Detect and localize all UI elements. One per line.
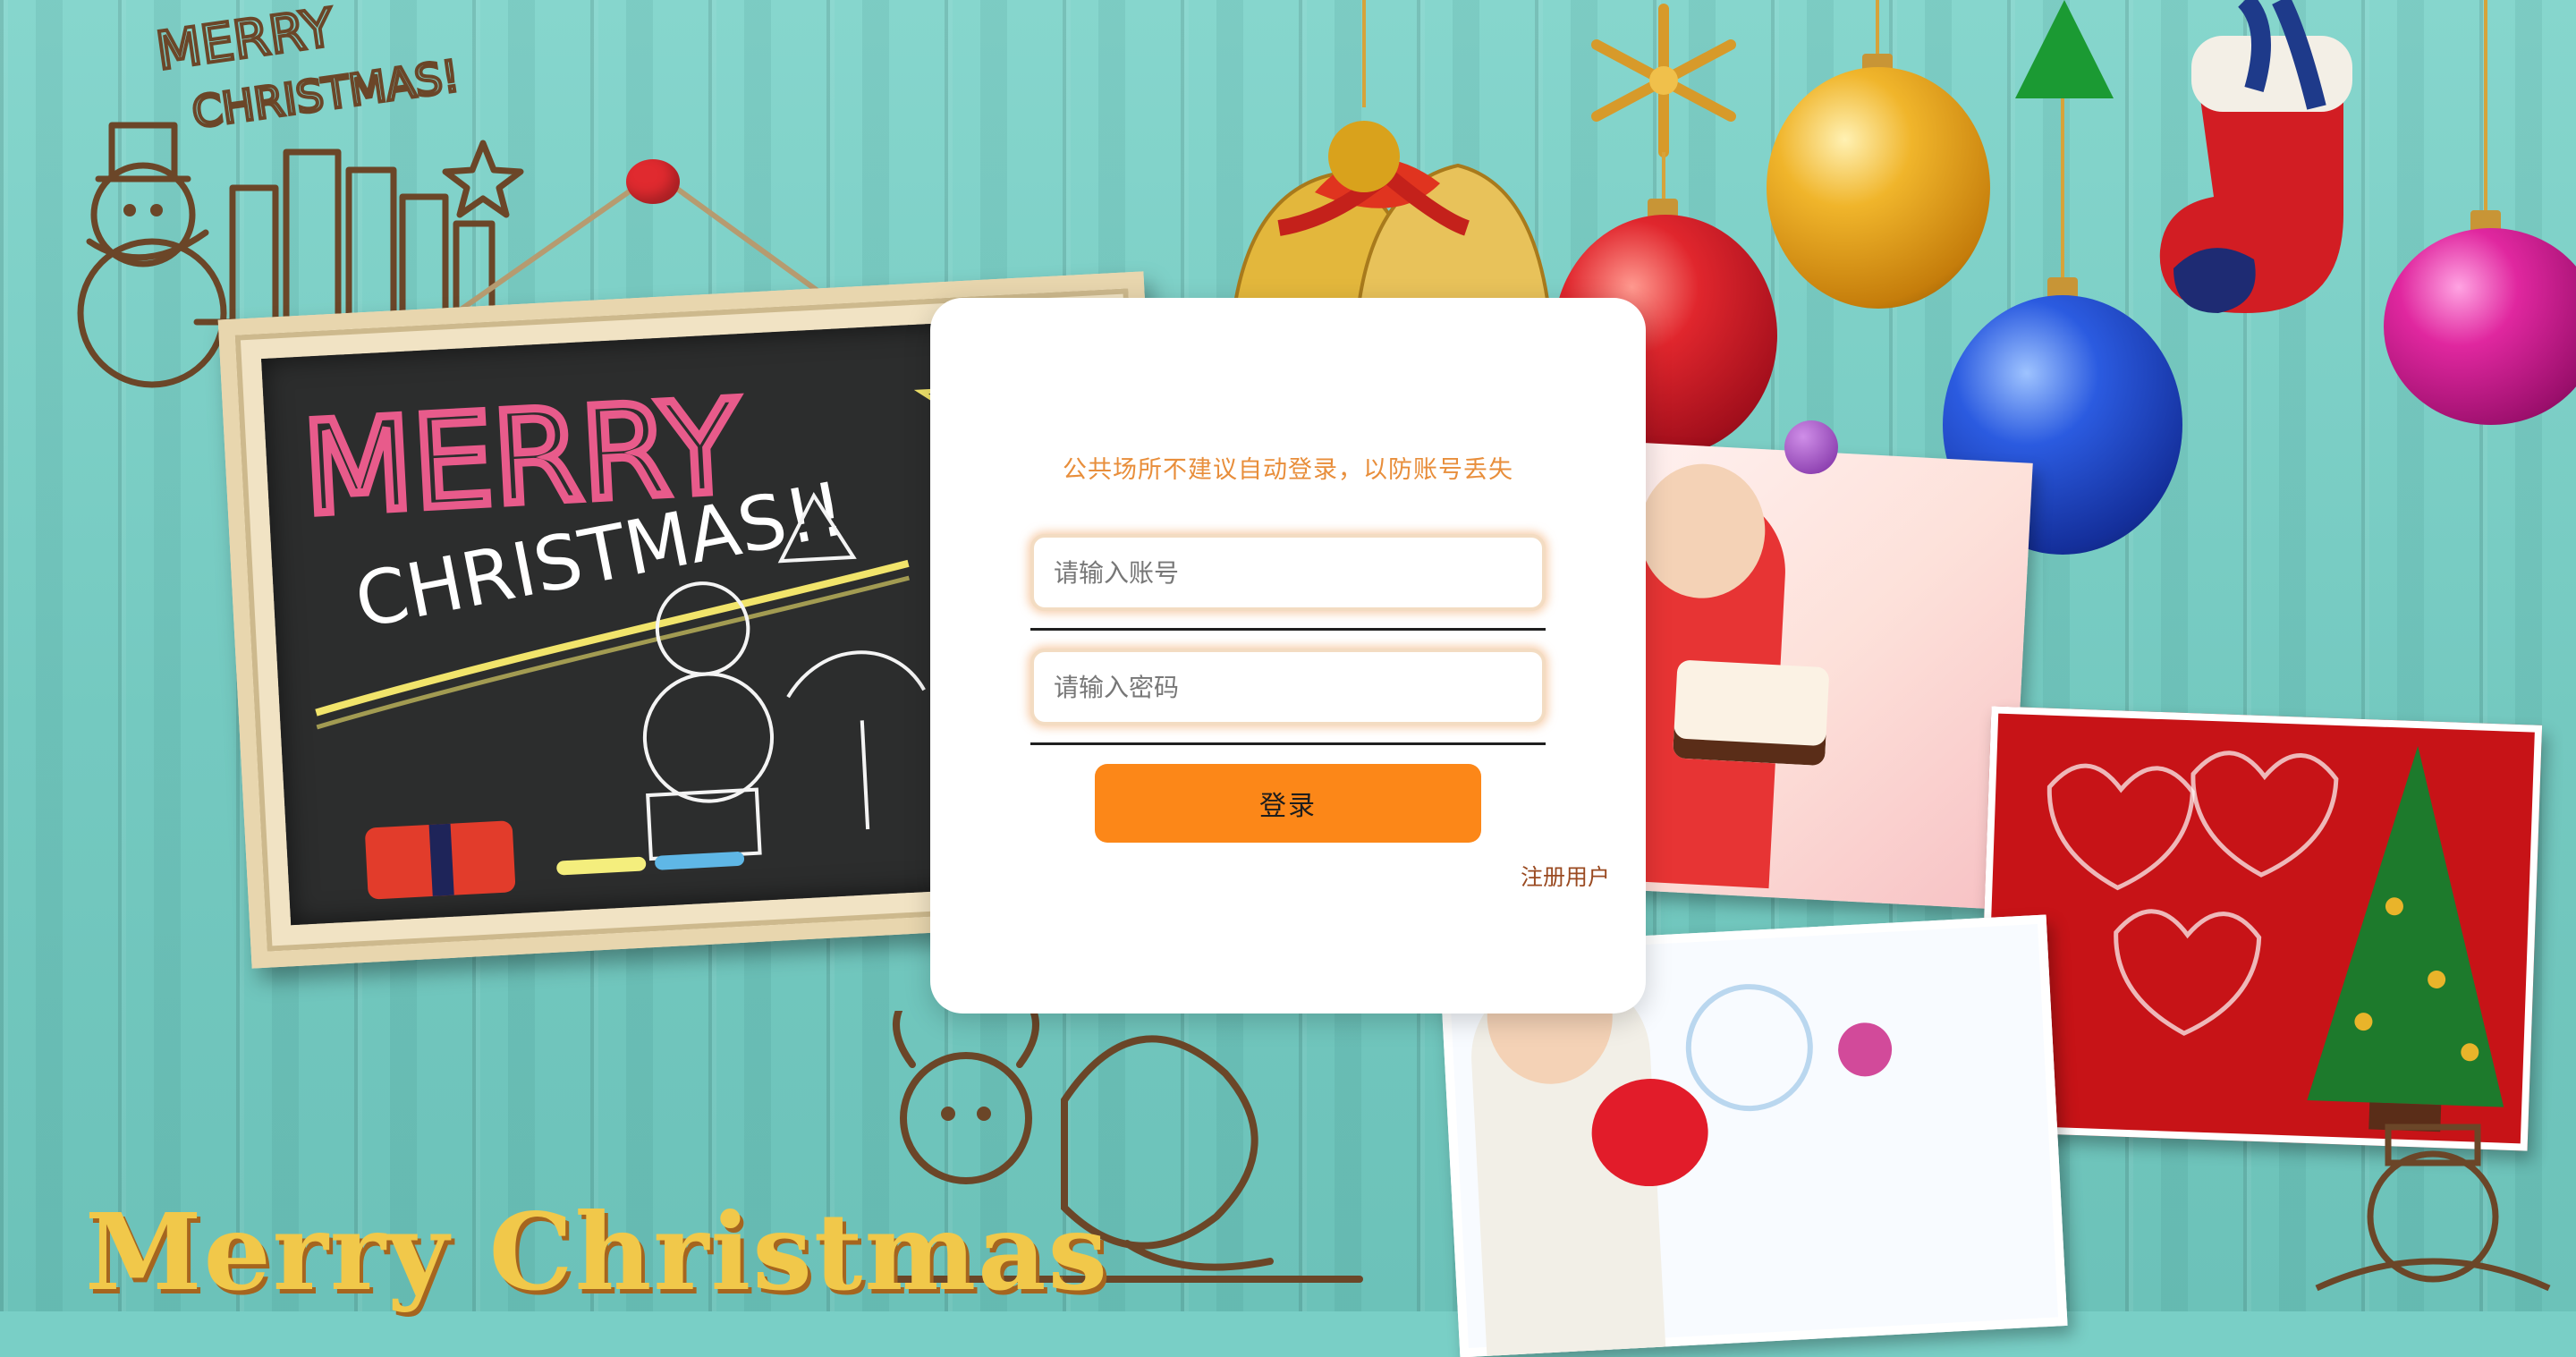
christmas-tree-and-hearts: [2046, 746, 2504, 1132]
ornament-string: [2061, 98, 2064, 286]
password-underline: [1030, 742, 1546, 745]
login-button[interactable]: 登录: [1095, 764, 1481, 843]
ornament-string: [2484, 0, 2487, 215]
password-input[interactable]: [1030, 649, 1546, 725]
login-card: 公共场所不建议自动登录，以防账号丢失 登录 注册用户: [930, 298, 1646, 1014]
red-pushpin: [626, 159, 680, 204]
snowman-doodle-right: [2315, 1124, 2551, 1292]
chalkboard-eraser: [364, 820, 516, 900]
account-input[interactable]: [1030, 534, 1546, 611]
purple-pushpin: [1784, 420, 1838, 474]
ornament-string: [1662, 152, 1665, 206]
svg-text:MERRY: MERRY: [153, 0, 338, 81]
photo-christmas-card: [1976, 706, 2543, 1151]
gold-ornament-ball: [1767, 67, 1990, 309]
cake: [1672, 659, 1830, 767]
corner-merry-christmas-text: MERRY CHRISTMAS!: [151, 0, 465, 140]
account-underline: [1030, 628, 1546, 631]
photo-girl-with-cake: [1580, 440, 2033, 911]
golden-bells-icon: [1232, 121, 1550, 310]
security-notice: 公共场所不建议自动登录，以防账号丢失: [1063, 456, 1513, 484]
pink-ornament: [1836, 1021, 1894, 1078]
register-link[interactable]: 注册用户: [1521, 860, 1610, 892]
christmas-tree-ornament-icon: [2015, 0, 2114, 98]
merry-christmas-banner: Merry Christmas: [85, 1190, 1110, 1314]
snowflake-ornament-icon: [1591, 4, 1736, 157]
stocking-icon: [2159, 0, 2352, 313]
decor-circle: [1682, 980, 1817, 1115]
